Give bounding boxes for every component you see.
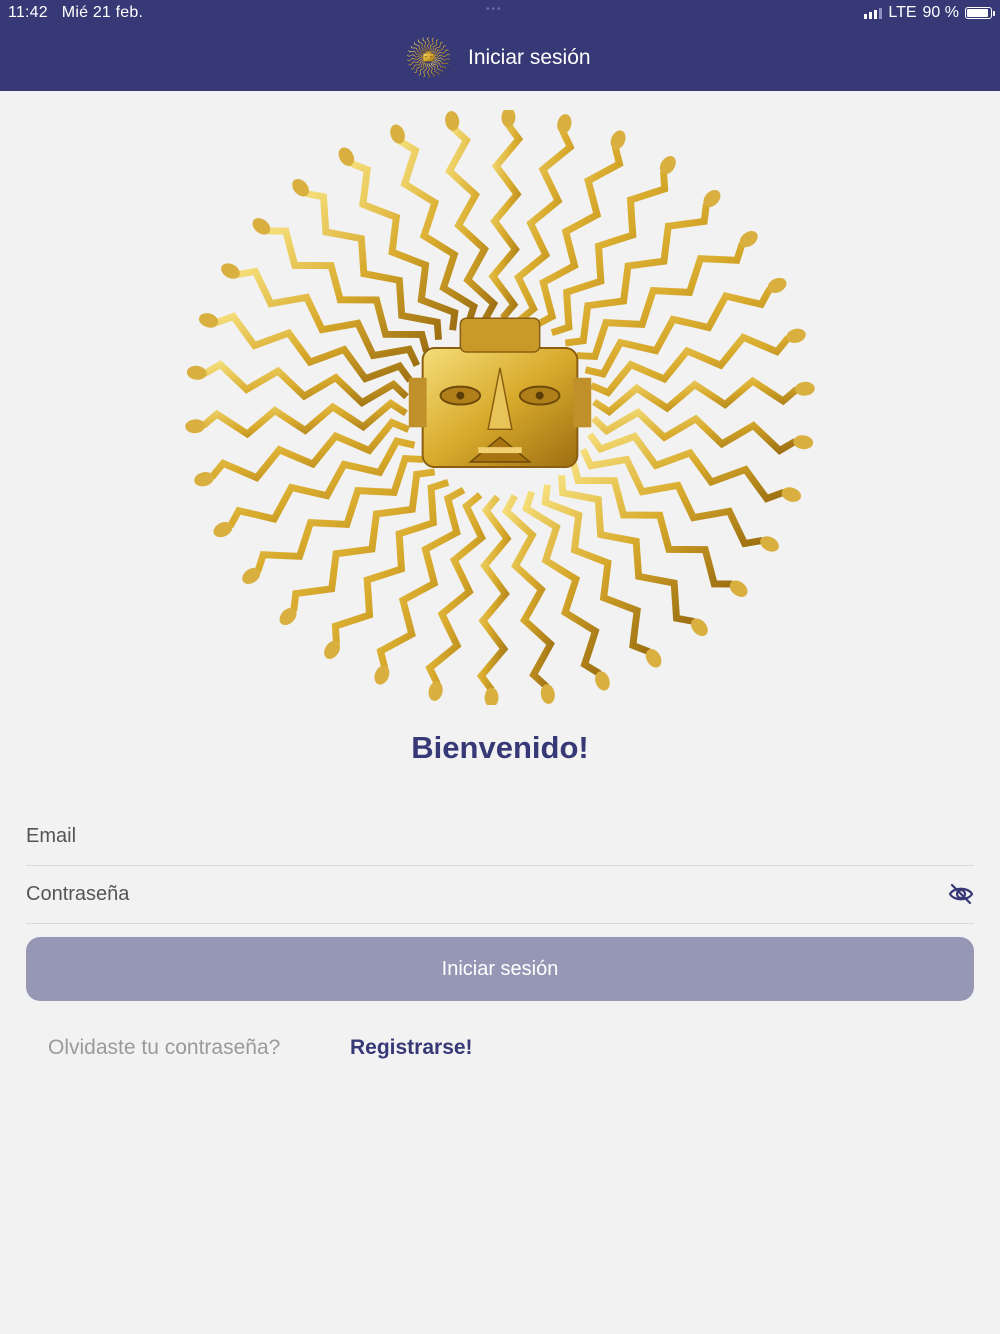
status-time: 11:42 Mié 21 feb. <box>8 4 143 22</box>
signal-icon <box>864 7 883 19</box>
status-clock: 11:42 <box>8 4 48 21</box>
email-field-row <box>26 808 974 866</box>
nav-title: Iniciar sesión <box>468 45 591 69</box>
welcome-heading: Bienvenido! <box>411 730 589 765</box>
battery-icon <box>965 7 995 19</box>
password-field-row <box>26 866 974 924</box>
multitasking-dots[interactable]: ••• <box>486 4 503 15</box>
battery-percent: 90 % <box>922 4 959 21</box>
eye-slash-icon[interactable] <box>948 882 974 906</box>
golden-sun-mask-image <box>185 110 815 705</box>
forgot-password-link[interactable]: Olvidaste tu contraseña? <box>48 1036 280 1060</box>
email-field[interactable] <box>26 808 926 864</box>
network-label: LTE <box>888 4 917 21</box>
status-indicators: LTE 90 % <box>864 4 995 22</box>
golden-sun-mask-icon <box>407 37 450 78</box>
top-bar: 11:42 Mié 21 feb. ••• LTE 90 % Iniciar s… <box>0 0 1000 91</box>
register-link[interactable]: Registrarse! <box>350 1036 473 1060</box>
login-button[interactable]: Iniciar sesión <box>26 937 974 1001</box>
status-date: Mié 21 feb. <box>61 4 144 21</box>
nav-header: Iniciar sesión <box>405 35 591 80</box>
password-field[interactable] <box>26 866 926 922</box>
